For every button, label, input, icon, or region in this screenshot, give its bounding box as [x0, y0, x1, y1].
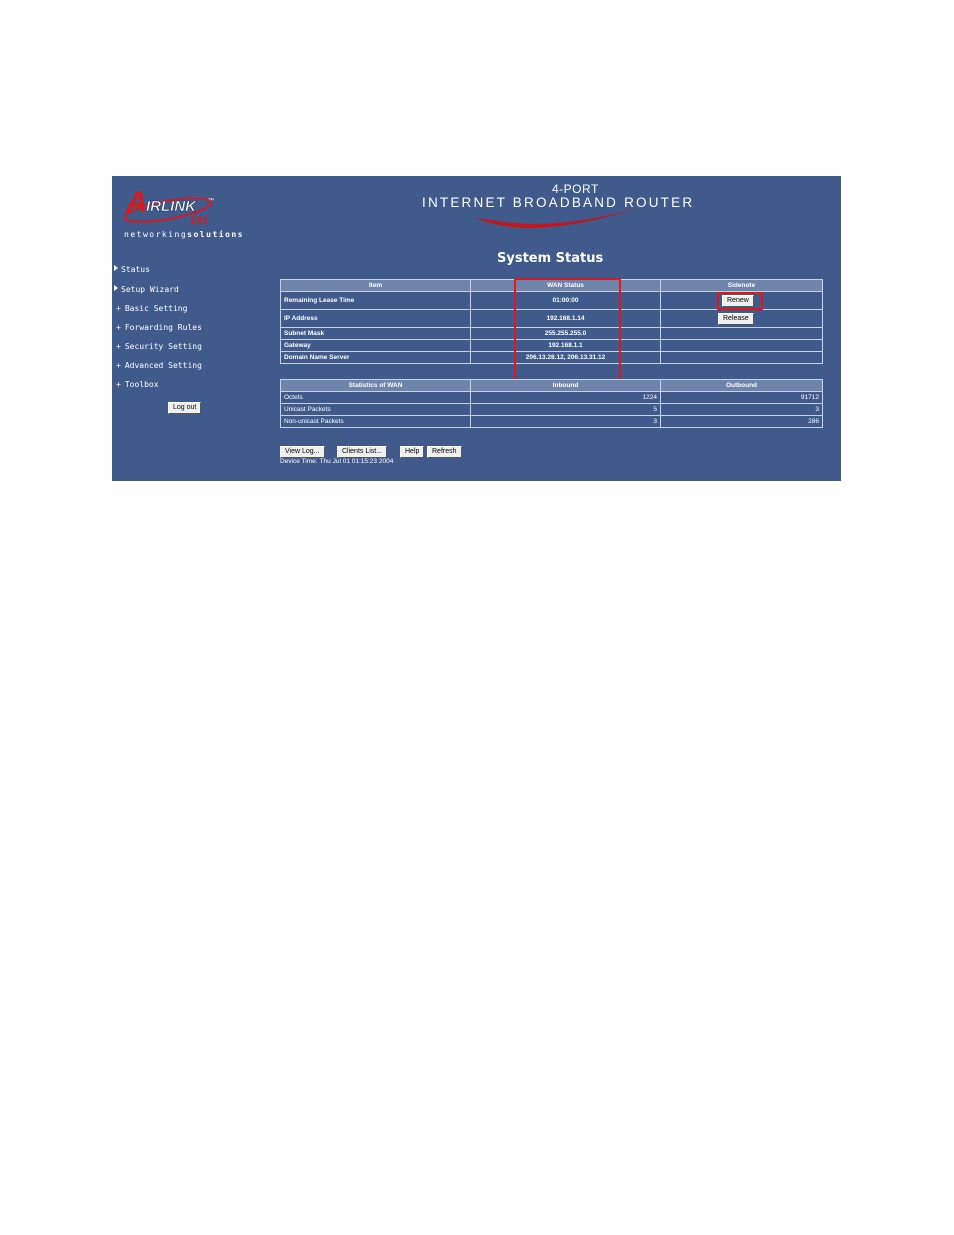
nav-item-basic-setting[interactable]: + Basic Setting [116, 304, 187, 313]
plus-icon: + [116, 361, 121, 370]
plus-icon: + [116, 380, 121, 389]
release-button[interactable]: Release [718, 313, 754, 325]
plus-icon: + [116, 342, 121, 351]
device-time-value: Thu Jul 01 01:15:23 2004 [319, 458, 394, 465]
row-label: Domain Name Server [280, 351, 471, 364]
triangle-icon [114, 285, 118, 291]
device-time: Device Time: Thu Jul 01 01:15:23 2004 [280, 458, 393, 465]
table-row: Octets 1224 91712 [280, 391, 823, 404]
inbound-value: 5 [470, 403, 661, 416]
row-value: 206.13.28.12, 206.13.31.12 [470, 351, 661, 364]
view-log-button[interactable]: View Log... [280, 446, 325, 458]
column-header-outbound: Outbound [660, 379, 823, 392]
column-header-sidenote: Sidenote [660, 279, 823, 292]
row-label: Subnet Mask [280, 327, 471, 340]
row-label: Non-unicast Packets [280, 415, 471, 428]
logout-button[interactable]: Log out [168, 402, 202, 414]
logo-trademark: ™ [208, 197, 214, 204]
row-value: 192.168.1.14 [470, 309, 661, 328]
table-header-row: Statistics of WAN Inbound Outbound [280, 379, 823, 392]
tagline-suffix: solutions [187, 230, 245, 239]
table-row: Subnet Mask 255.255.255.0 [280, 327, 823, 340]
clients-list-button[interactable]: Clients List... [337, 446, 388, 458]
nav-label: Status [121, 265, 150, 274]
renew-button[interactable]: Renew [722, 295, 754, 307]
airlink-logo-graphic: A IRLINK ™ 101 [123, 186, 214, 227]
row-label: Remaining Lease Time [280, 291, 471, 310]
banner-small-text: 4-PORT [552, 182, 599, 196]
help-button[interactable]: Help [400, 446, 425, 458]
plus-icon: + [116, 323, 121, 332]
logo-number: 101 [190, 215, 208, 227]
product-banner: 4-PORT INTERNET BROADBAND ROUTER [412, 178, 692, 238]
banner-title: INTERNET BROADBAND ROUTER [422, 195, 695, 210]
inbound-value: 1224 [470, 391, 661, 404]
outbound-value: 91712 [660, 391, 823, 404]
nav-item-setup-wizard[interactable]: Setup Wizard [114, 285, 179, 294]
table-row: Gateway 192.168.1.1 [280, 339, 823, 352]
nav-item-toolbox[interactable]: + Toolbox [116, 380, 159, 389]
nav-item-security-setting[interactable]: + Security Setting [116, 342, 202, 351]
column-header-wan-status: WAN Status [470, 279, 661, 292]
refresh-button[interactable]: Refresh [427, 446, 462, 458]
column-header-item: Item [280, 279, 471, 292]
nav-item-forwarding-rules[interactable]: + Forwarding Rules [116, 323, 202, 332]
empty-cell [660, 327, 823, 340]
page-title: System Status [497, 251, 604, 266]
logo-letter-a: A [125, 186, 148, 219]
wan-statistics-table: Statistics of WAN Inbound Outbound Octet… [280, 379, 823, 428]
empty-cell [660, 351, 823, 364]
nav-label: Forwarding Rules [124, 323, 202, 332]
device-time-label: Device Time: [280, 458, 318, 465]
row-label: IP Address [280, 309, 471, 328]
table-header-row: Item WAN Status Sidenote [280, 279, 823, 292]
triangle-icon [114, 265, 118, 271]
plus-icon: + [116, 304, 121, 313]
nav-label: Basic Setting [124, 304, 188, 313]
outbound-value: 3 [660, 403, 823, 416]
router-web-ui-screenshot: A IRLINK ™ 101 networkingsolutions 4-POR… [112, 176, 841, 481]
outbound-value: 286 [660, 415, 823, 428]
table-row: Non-unicast Packets 3 286 [280, 415, 823, 428]
row-value: 01:00:00 [470, 291, 661, 310]
nav-label: Advanced Setting [124, 361, 202, 370]
table-row: Domain Name Server 206.13.28.12, 206.13.… [280, 351, 823, 364]
logo-tagline: networkingsolutions [124, 230, 244, 239]
row-value: 192.168.1.1 [470, 339, 661, 352]
airlink-logo: A IRLINK ™ 101 networkingsolutions [120, 180, 260, 240]
table-row: Unicast Packets 5 3 [280, 403, 823, 416]
empty-cell [660, 339, 823, 352]
nav-label: Toolbox [124, 380, 159, 389]
nav-item-advanced-setting[interactable]: + Advanced Setting [116, 361, 202, 370]
row-label: Octets [280, 391, 471, 404]
nav-item-status[interactable]: Status [114, 265, 150, 274]
tagline-prefix: networking [124, 230, 188, 239]
nav-label: Security Setting [124, 342, 202, 351]
row-label: Gateway [280, 339, 471, 352]
logo-letters-irlink: IRLINK [146, 198, 197, 215]
nav-label: Setup Wizard [121, 285, 179, 294]
column-header-inbound: Inbound [470, 379, 661, 392]
inbound-value: 3 [470, 415, 661, 428]
row-label: Unicast Packets [280, 403, 471, 416]
column-header-statistics: Statistics of WAN [280, 379, 471, 392]
row-value: 255.255.255.0 [470, 327, 661, 340]
